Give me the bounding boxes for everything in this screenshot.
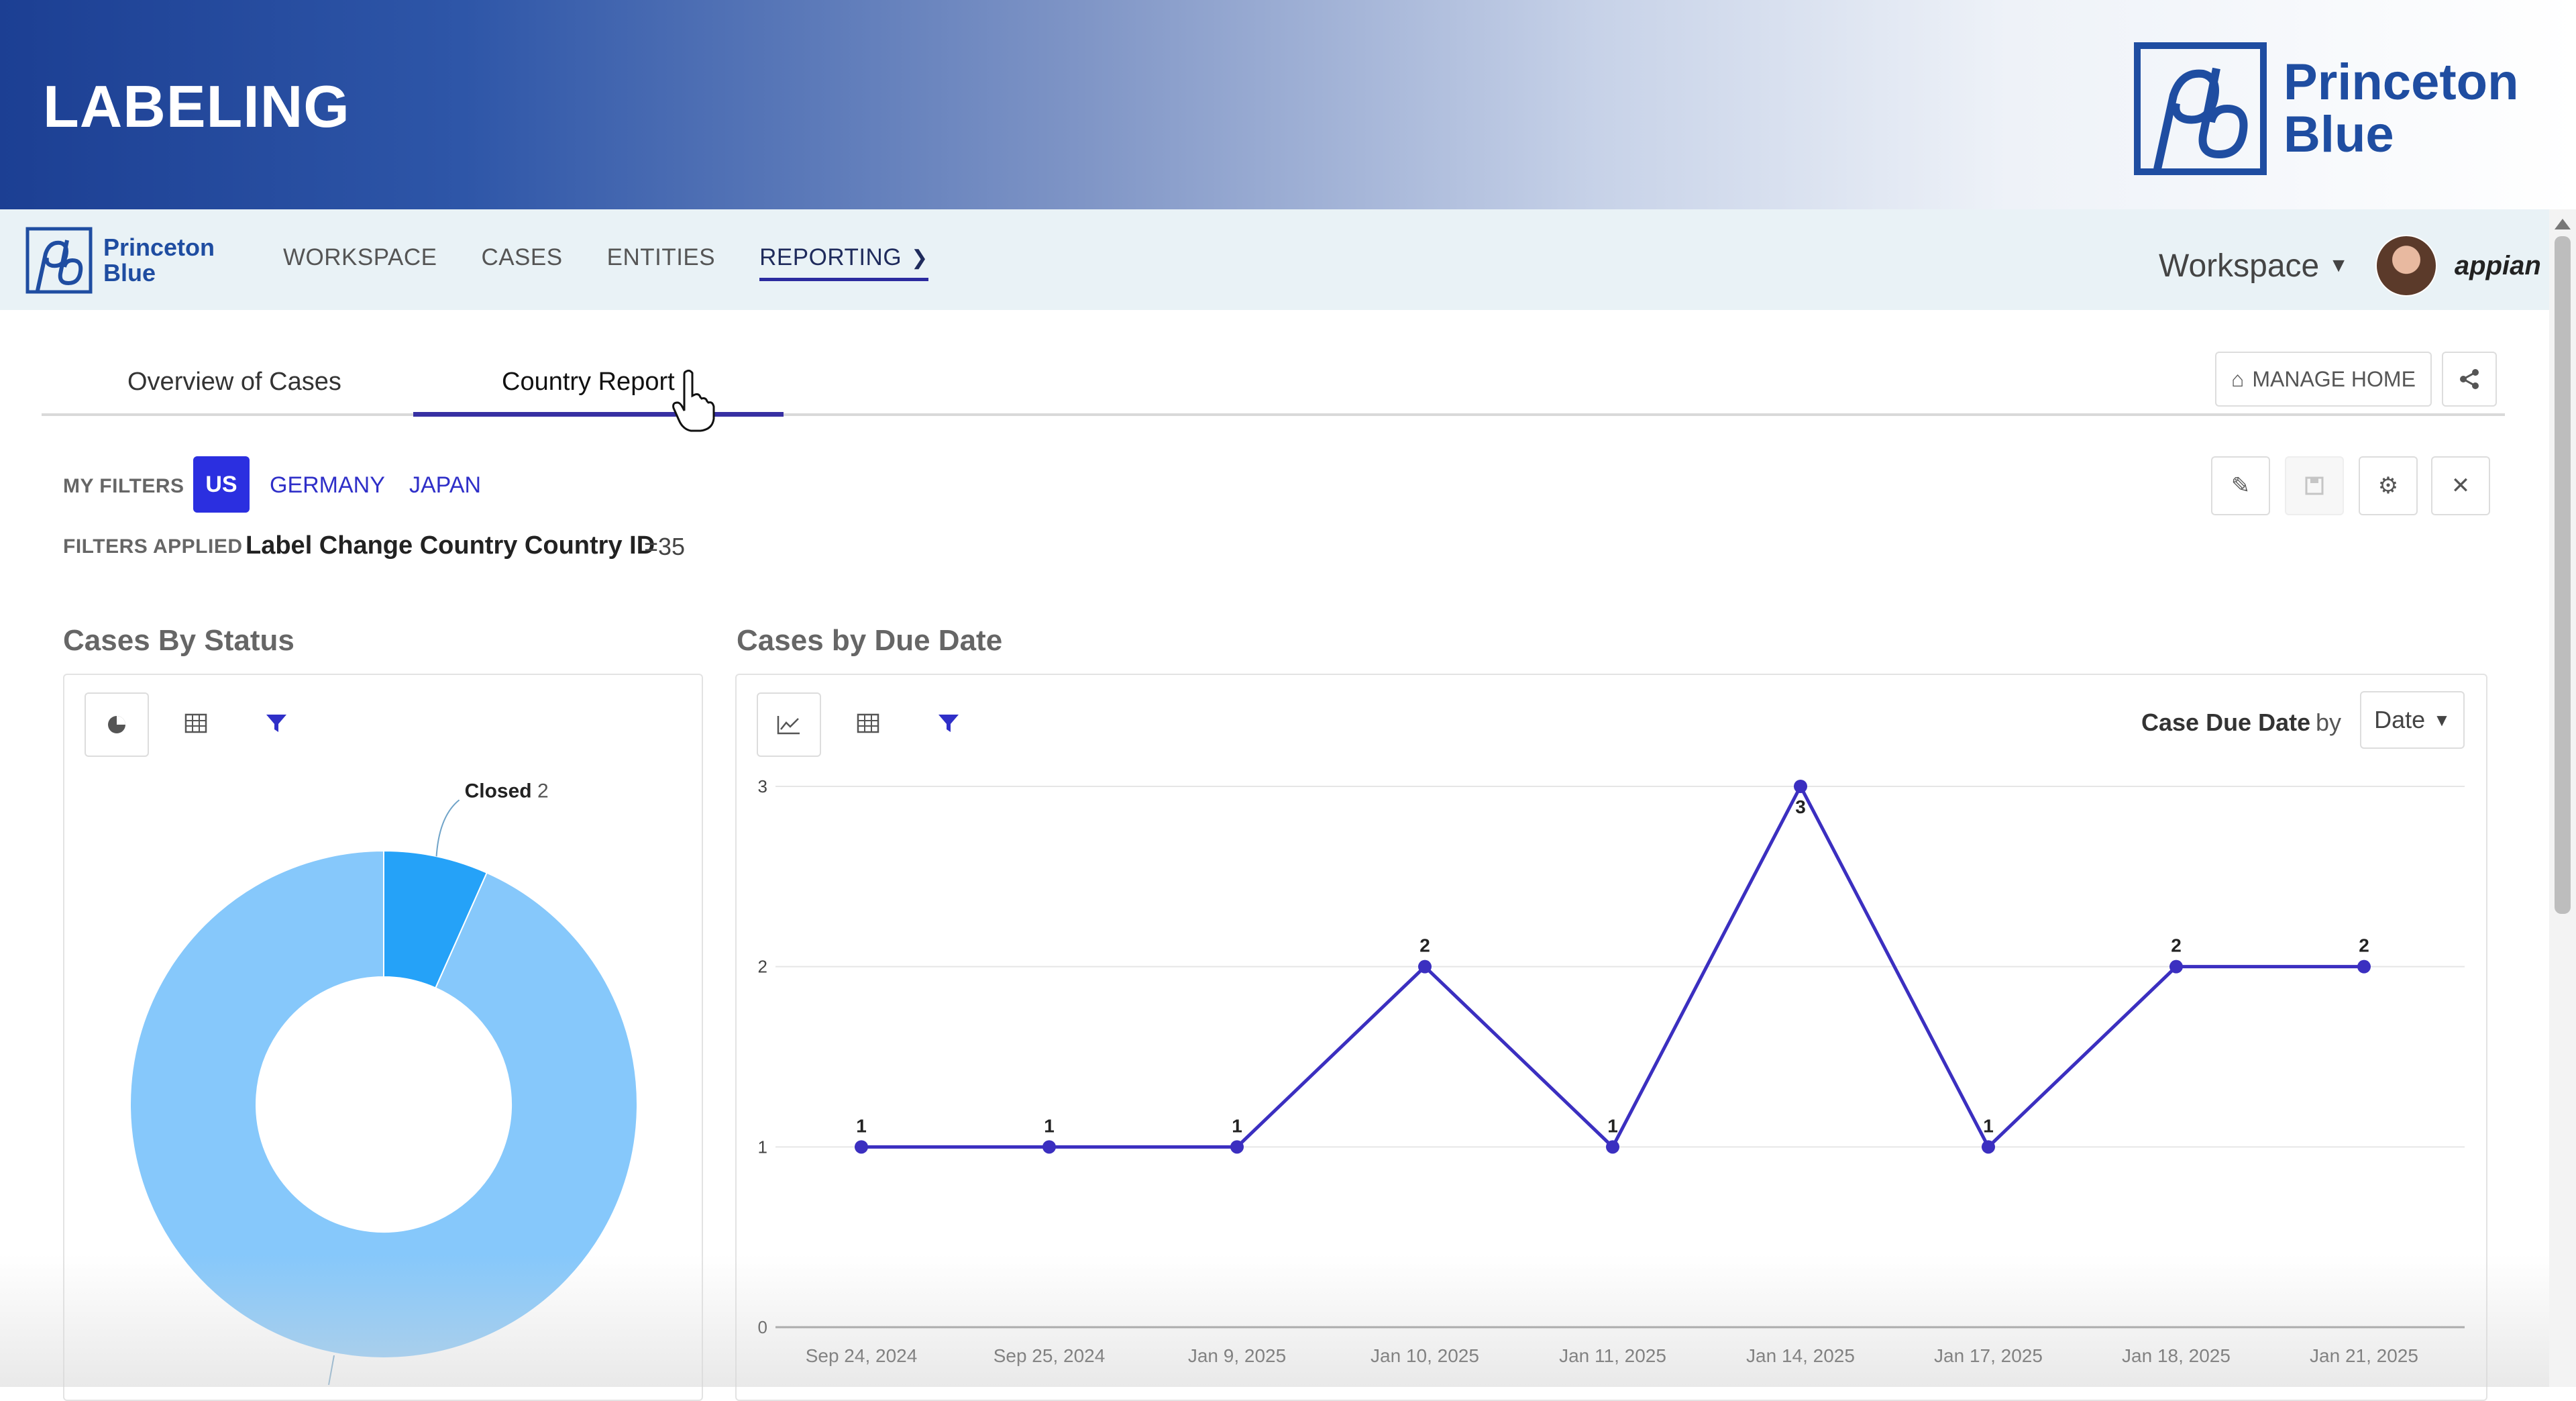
data-label: 1: [856, 1115, 867, 1136]
x-tick-label: Jan 17, 2025: [1934, 1345, 2043, 1366]
pb-logo-icon: [2134, 42, 2267, 175]
workspace-switcher[interactable]: Workspace ▼: [2159, 248, 2349, 284]
x-tick-label: Jan 9, 2025: [1188, 1345, 1286, 1366]
filter-chip-us[interactable]: US: [193, 456, 250, 513]
data-label: 3: [1795, 796, 1806, 817]
manage-home-button[interactable]: ⌂ MANAGE HOME: [2215, 352, 2432, 407]
banner-logo-text-1: Princeton: [2284, 54, 2519, 111]
x-tick-label: Jan 18, 2025: [2122, 1345, 2231, 1366]
page-scrollbar[interactable]: [2549, 209, 2576, 1387]
x-tick-label: Jan 10, 2025: [1371, 1345, 1479, 1366]
banner-logo-text-2: Blue: [2284, 106, 2394, 163]
hand-cursor-icon: [672, 369, 715, 432]
callout-leader-line-2: [328, 1355, 335, 1386]
data-point[interactable]: [855, 1140, 868, 1154]
x-tick-label: Sep 25, 2024: [994, 1345, 1106, 1366]
close-icon: ✕: [2451, 473, 2471, 499]
x-tick-label: Jan 21, 2025: [2310, 1345, 2418, 1366]
clear-filter-button[interactable]: ✕: [2431, 456, 2490, 515]
cases-by-due-date-line-chart: 0 1 2 3 1 Sep 24, 2024 1 Sep 25, 2024 1 Jan 9, 20…: [758, 776, 2465, 1366]
y-tick-label: 2: [758, 957, 767, 977]
app-title: LABELING: [43, 73, 350, 140]
data-point[interactable]: [1794, 780, 1807, 793]
x-tick-label: Jan 11, 2025: [1559, 1345, 1666, 1366]
data-label: 2: [2171, 935, 2182, 956]
data-label: 1: [1044, 1115, 1055, 1136]
nav-item-entities[interactable]: ENTITIES: [607, 244, 716, 281]
y-tick-label: 3: [758, 776, 767, 796]
tab-overview-of-cases[interactable]: Overview of Cases: [127, 368, 341, 397]
data-label: 1: [1983, 1115, 1994, 1136]
cases-by-status-donut-chart: Closed 2: [129, 780, 638, 1386]
share-button[interactable]: [2442, 352, 2497, 407]
edit-filter-button[interactable]: ✎: [2211, 456, 2270, 515]
caret-down-icon: ▼: [2328, 254, 2349, 276]
nav-item-cases[interactable]: CASES: [481, 244, 562, 281]
nav-item-reporting[interactable]: REPORTING ❯: [759, 244, 928, 281]
pb-logo-small-icon: [25, 227, 93, 294]
applied-filter-name: Label Change Country Country ID: [246, 531, 655, 560]
y-tick-label: 1: [758, 1137, 767, 1157]
nav-logo-text-1: Princeton: [103, 234, 215, 261]
filter-chip-germany[interactable]: GERMANY: [270, 472, 385, 499]
save-filter-button: [2285, 456, 2344, 515]
nav-item-workspace[interactable]: WORKSPACE: [283, 244, 437, 281]
y-tick-label: 0: [758, 1317, 767, 1337]
data-point[interactable]: [2169, 959, 2183, 974]
data-label: 2: [1419, 935, 1430, 956]
data-point[interactable]: [1606, 1140, 1619, 1154]
filters-applied-label: FILTERS APPLIED: [63, 535, 243, 558]
gear-icon: ⚙: [2377, 473, 2399, 499]
applied-filter-value: =35: [644, 533, 686, 560]
banner-logo: Princeton Blue: [2133, 42, 2519, 176]
pie-callout-name: Closed: [465, 780, 537, 802]
nav-logo-text-2: Blue: [103, 259, 156, 287]
nav-item-reporting-label: REPORTING: [759, 244, 902, 270]
cases-by-due-date-card: Case Due Date by Date ▼ 0 1 2 3 1 Sep 24, 202…: [735, 674, 2487, 1401]
tab-country-report[interactable]: Country Report: [502, 368, 675, 397]
share-icon: [2460, 369, 2479, 389]
data-point[interactable]: [1418, 959, 1432, 974]
data-point[interactable]: [2357, 959, 2371, 974]
filter-settings-button[interactable]: ⚙: [2359, 456, 2418, 515]
my-filters-label: MY FILTERS: [63, 475, 184, 497]
edit-icon: ✎: [2231, 473, 2251, 499]
nav-menu: WORKSPACE CASES ENTITIES REPORTING ❯: [283, 244, 973, 281]
data-point[interactable]: [1230, 1140, 1244, 1154]
data-point[interactable]: [1982, 1140, 1995, 1154]
workspace-label: Workspace: [2159, 248, 2320, 284]
cases-by-status-title: Cases By Status: [63, 624, 294, 657]
tab-active-indicator: [413, 412, 784, 417]
data-point[interactable]: [1042, 1140, 1056, 1154]
nav-logo[interactable]: Princeton Blue: [25, 227, 215, 294]
callout-leader-line: [435, 799, 460, 857]
appian-logo: appian: [2454, 250, 2541, 280]
pie-slice-other[interactable]: [129, 849, 638, 1359]
scroll-thumb[interactable]: [2555, 236, 2571, 914]
filter-chip-japan[interactable]: JAPAN: [409, 472, 481, 499]
x-tick-label: Sep 24, 2024: [806, 1345, 918, 1366]
data-label: 1: [1607, 1115, 1618, 1136]
data-label: 1: [1232, 1115, 1242, 1136]
nav-right: Workspace ▼ appian: [2159, 235, 2541, 297]
x-tick-label: Jan 14, 2025: [1746, 1345, 1855, 1366]
app-banner: LABELING Princeton Blue: [0, 0, 2576, 209]
scroll-up-icon[interactable]: [2555, 219, 2571, 229]
save-icon: [2305, 476, 2324, 495]
pie-callout-label: Closed 2: [465, 780, 549, 802]
chevron-down-icon: ❯: [911, 246, 928, 269]
avatar[interactable]: [2375, 235, 2437, 297]
cases-by-due-date-title: Cases by Due Date: [737, 624, 1003, 657]
manage-home-label: MANAGE HOME: [2252, 366, 2416, 391]
data-label: 2: [2359, 935, 2369, 956]
tab-divider: [42, 413, 2505, 416]
home-icon: ⌂: [2231, 366, 2245, 391]
cases-by-status-card: Closed 2: [63, 674, 703, 1401]
top-navbar: Princeton Blue WORKSPACE CASES ENTITIES …: [0, 209, 2549, 310]
pie-callout-value: 2: [537, 780, 549, 802]
